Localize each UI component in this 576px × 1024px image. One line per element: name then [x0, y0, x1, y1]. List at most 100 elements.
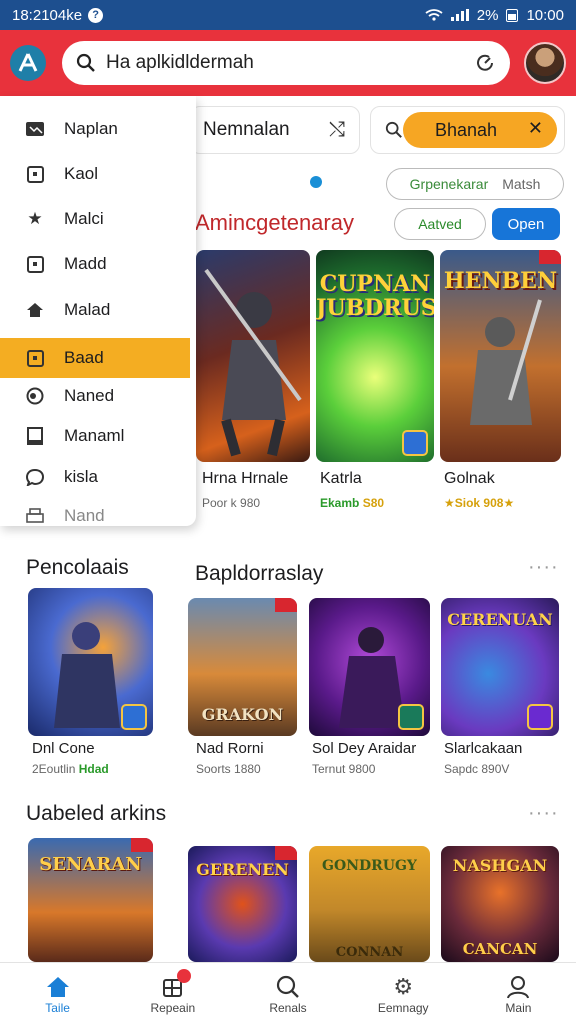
search-icon [385, 121, 402, 138]
printer-icon [24, 505, 46, 526]
drawer-item[interactable]: Naplan [0, 109, 196, 149]
calendar-icon [24, 163, 46, 185]
bottom-nav: Taile Repeain Renals ⚙ Eemnagy Main [0, 962, 576, 1024]
game-card[interactable] [28, 588, 153, 736]
game-card[interactable]: NASHGAN CANCAN [441, 846, 559, 962]
bookmark-box-icon [24, 253, 46, 275]
drawer-item-active[interactable]: Baad [0, 338, 190, 378]
card-meta-text: 2Eoutlin [32, 762, 76, 776]
nav-profile[interactable]: Main [461, 963, 576, 1024]
star-icon: ★ [27, 209, 43, 228]
section-title: Bapldorraslay [195, 562, 324, 585]
game-card[interactable]: GERENEN [188, 846, 297, 962]
card-meta: Sapdc 890V [444, 762, 510, 776]
card-title: Katrla [320, 470, 362, 487]
drawer-item-label: Naplan [64, 119, 118, 138]
drawer-item[interactable]: Madd [0, 244, 196, 284]
card-meta: Ekamb S80 [320, 496, 384, 510]
card-title: Dnl Cone [32, 740, 95, 757]
drawer-item[interactable]: kisla [0, 457, 196, 497]
card-art-subtitle: CONNAN [335, 945, 404, 960]
game-card[interactable] [309, 598, 430, 736]
chip-filter-sub: Matsh [502, 176, 541, 192]
game-card[interactable]: GRAKON [188, 598, 297, 736]
app-badge-icon [402, 430, 428, 456]
message-icon: ? [88, 7, 104, 23]
nav-label: Repeain [150, 1000, 196, 1015]
corner-badge [275, 598, 297, 612]
app-badge-icon [398, 704, 424, 730]
nav-label: Renals [269, 1000, 307, 1015]
wifi-icon [425, 9, 443, 21]
drawer-item-label: Manaml [64, 426, 125, 445]
corner-badge [275, 846, 297, 860]
more-icon[interactable]: ···· [528, 802, 559, 825]
card-title: Hrna Hrnale [202, 470, 289, 487]
nav-repair[interactable]: Repeain [115, 963, 230, 1024]
shuffle-icon[interactable]: ⤭ [329, 119, 345, 142]
gear-icon: ⚙ [393, 973, 414, 999]
drawer-item[interactable]: Malad [0, 290, 196, 330]
app-bar [0, 30, 576, 96]
card-meta: Ternut 9800 [312, 762, 376, 776]
home-icon [24, 299, 46, 321]
sort-box[interactable]: Bhanah ✕ [370, 106, 565, 154]
sort-pill[interactable]: Bhanah ✕ [403, 112, 557, 148]
chip-open[interactable]: Open [492, 208, 560, 240]
drawer-item[interactable]: Manaml [0, 416, 196, 456]
drawer-item[interactable]: ★ Malci [0, 199, 196, 239]
drawer-item[interactable]: Kaol [0, 154, 196, 194]
game-card[interactable] [196, 250, 310, 462]
status-clock: 10:00 [526, 6, 564, 24]
card-meta: 2Eoutlin Hdad [32, 762, 109, 776]
sort-pill-label: Bhanah [435, 119, 498, 140]
drawer-item-label: Madd [64, 254, 107, 273]
card-meta: Poor k 980 [202, 496, 261, 510]
game-card[interactable]: CUPNAN JUBDRUS [316, 250, 434, 462]
game-card[interactable]: GONDRUGY CONNAN [309, 846, 430, 962]
chip-active[interactable]: Aatved [394, 208, 486, 240]
refresh-icon[interactable] [474, 52, 496, 74]
card-meta: ★Siok 908★ [444, 496, 514, 510]
status-time: 18:2104ke [12, 6, 83, 24]
filter-label: Nemnalan [203, 119, 290, 140]
book-icon [24, 425, 46, 447]
search-input[interactable] [106, 52, 474, 74]
card-title: Slarlcakaan [444, 740, 523, 757]
nav-label: Main [505, 1000, 532, 1015]
nav-home[interactable]: Taile [0, 963, 115, 1024]
game-card[interactable]: SENARAN [28, 838, 153, 962]
card-art-subtitle: CANCAN [462, 940, 538, 958]
game-card[interactable]: HENBEN [440, 250, 561, 462]
card-meta-tag: Hdad [78, 762, 109, 776]
card-title: Sol Dey Araidar [312, 740, 417, 757]
avatar[interactable] [524, 42, 566, 84]
card-art-title: CERENUAN [447, 610, 553, 629]
card-meta: Soorts 1880 [196, 762, 261, 776]
square-icon [24, 347, 46, 369]
chat-icon [24, 466, 46, 488]
drawer-item[interactable]: Nand [0, 496, 196, 526]
signal-icon [450, 9, 469, 21]
user-icon [506, 973, 530, 1001]
close-icon[interactable]: ✕ [528, 118, 543, 139]
disc-icon [24, 385, 46, 407]
more-icon[interactable]: ···· [528, 556, 559, 579]
drawer-item-label: Nand [64, 506, 105, 525]
nav-search[interactable]: Renals [230, 963, 345, 1024]
filter-box[interactable]: Nemnalan ⤭ [190, 106, 360, 154]
drawer-item-label: Naned [64, 386, 115, 405]
search-icon [276, 973, 300, 1001]
drawer-item[interactable]: Naned [0, 376, 196, 416]
nav-label: Taile [45, 1000, 70, 1015]
game-card[interactable]: CERENUAN [441, 598, 559, 736]
chip-filter-label: Grpenekarar [409, 176, 489, 192]
search-icon [76, 53, 95, 72]
card-art-title: GRAKON [201, 705, 284, 724]
nav-settings[interactable]: ⚙ Eemnagy [346, 963, 461, 1024]
app-logo-icon[interactable] [10, 45, 46, 81]
drawer-menu: Naplan Kaol ★ Malci Madd Malad Baad Nane… [0, 96, 196, 526]
chip-filter[interactable]: Grpenekarar Matsh [386, 168, 564, 200]
chip-open-label: Open [507, 215, 545, 233]
search-bar[interactable] [62, 41, 510, 85]
